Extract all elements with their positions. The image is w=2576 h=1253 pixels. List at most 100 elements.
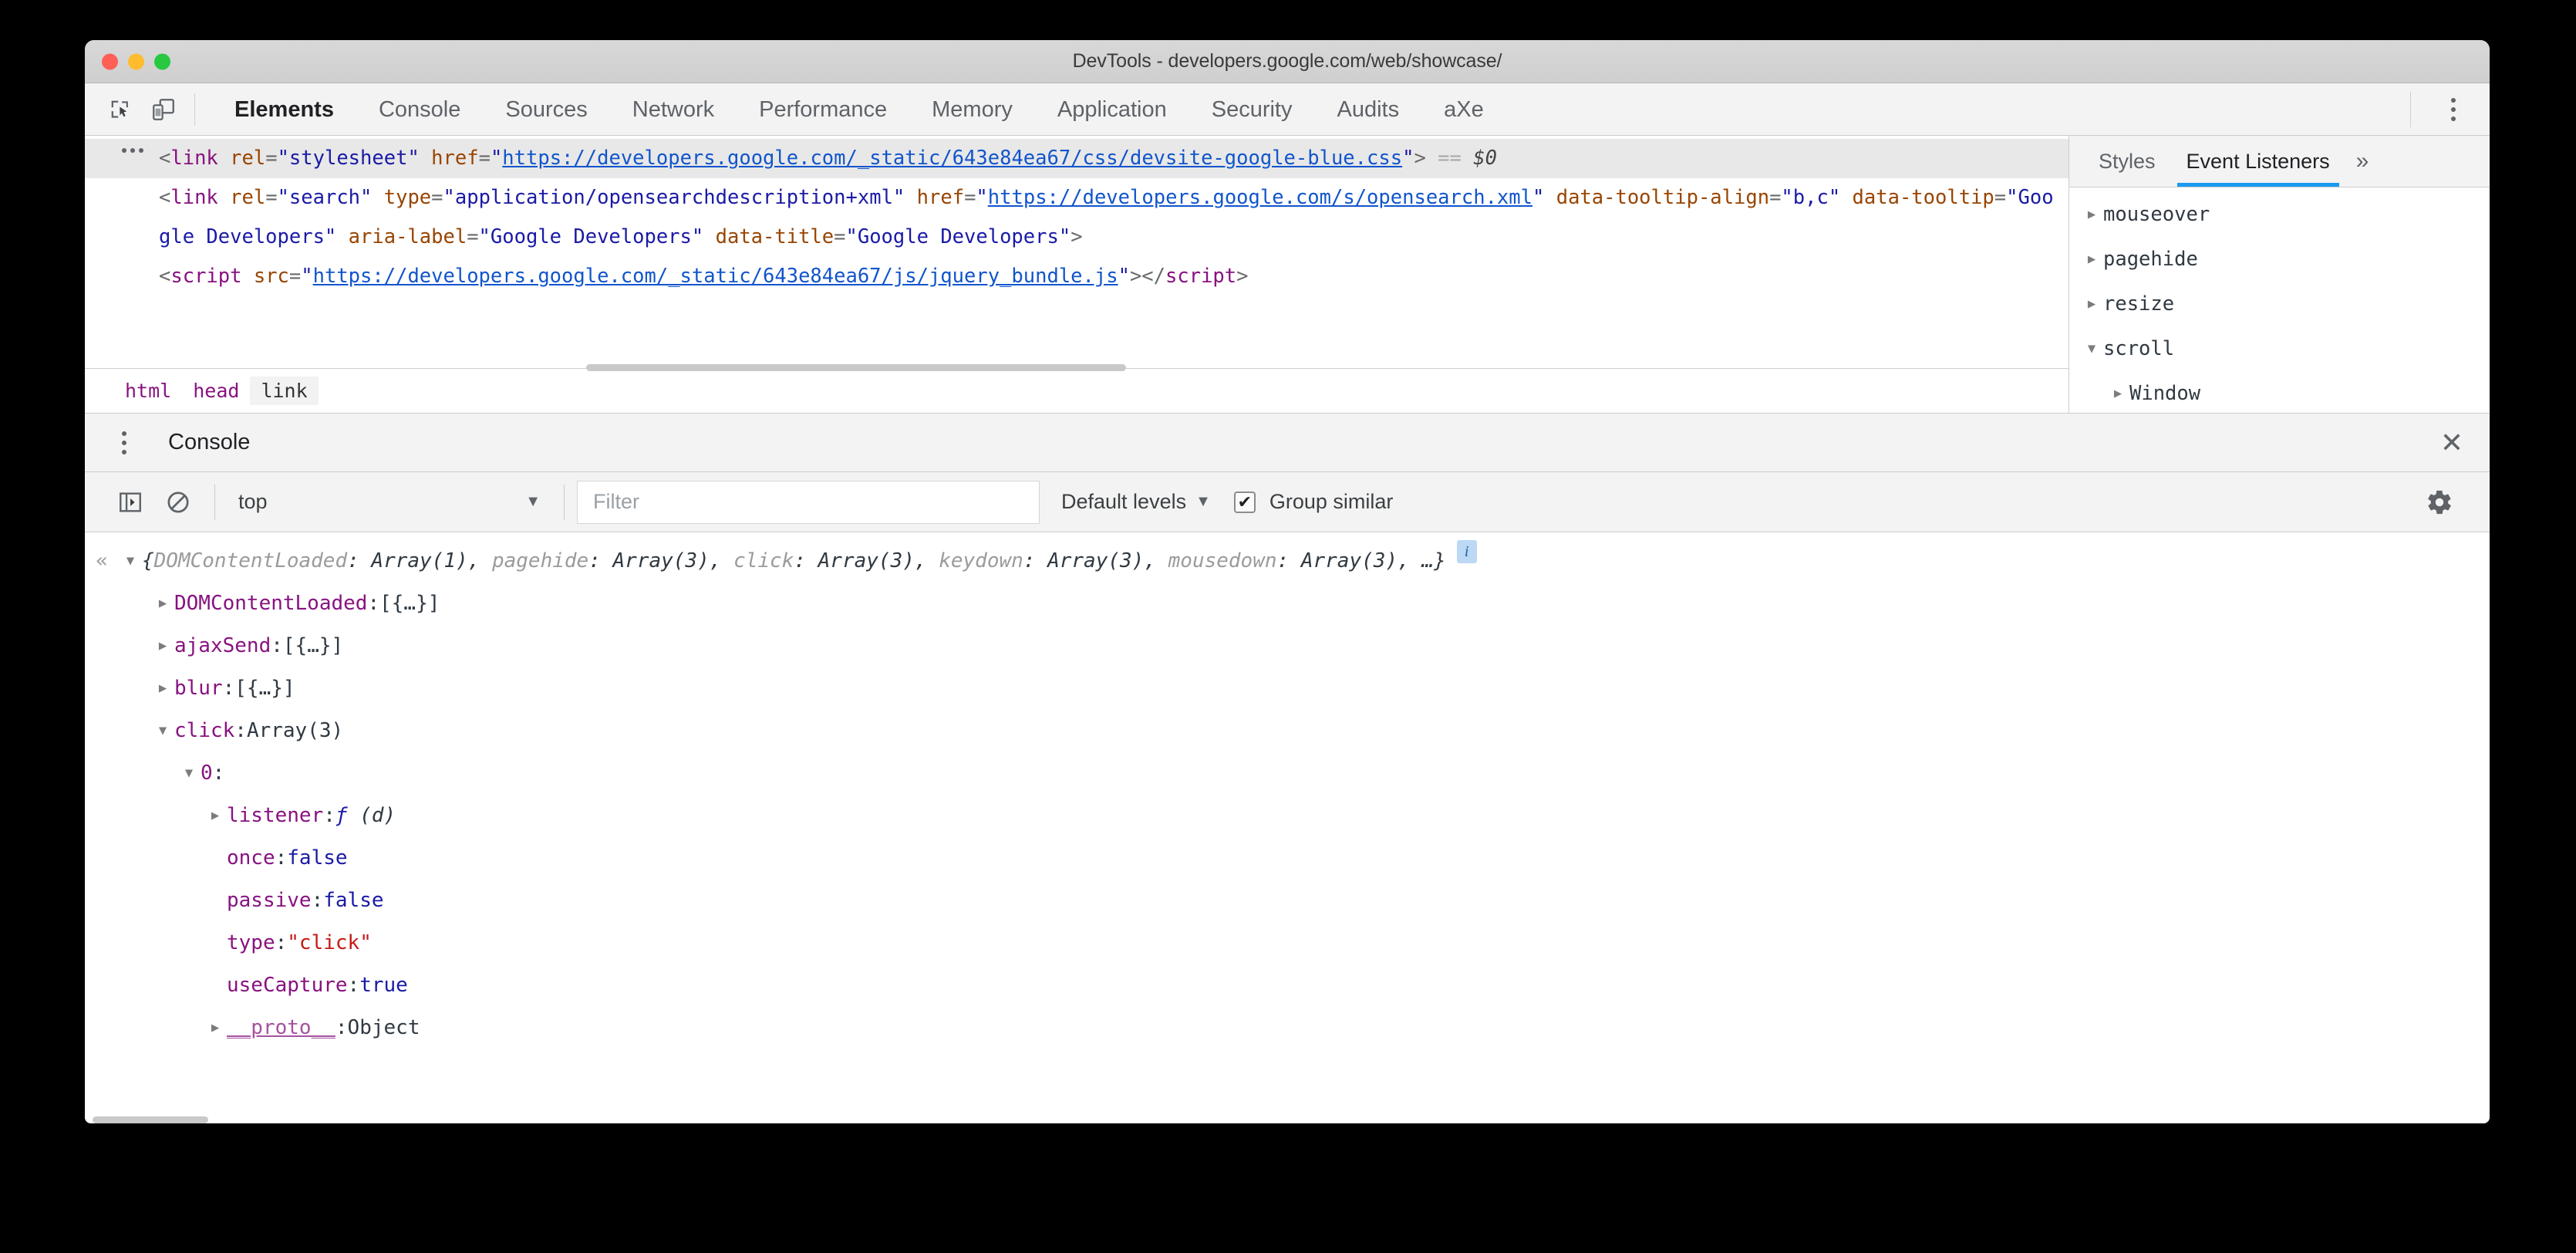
execution-context-select[interactable]: top ▼ <box>228 490 551 514</box>
tab-console[interactable]: Console <box>356 84 483 135</box>
console-output[interactable]: «▼ {DOMContentLoaded: Array(1), pagehide:… <box>85 532 2490 1123</box>
dom-token-plain <box>372 186 383 209</box>
chevron-right-icon[interactable]: ▶ <box>151 583 174 625</box>
dom-token-tag: link <box>170 147 218 170</box>
console-property-row[interactable]: ▼ click: Array(3) <box>85 710 2490 752</box>
dom-token-ref: $0 <box>1473 147 1497 170</box>
dom-token-val: "Google Developers" <box>845 225 1071 248</box>
dom-token-attr: data-title <box>715 225 835 248</box>
breadcrumb-item-head[interactable]: head <box>182 377 250 405</box>
dom-token-attr: data-tooltip-align <box>1556 186 1770 209</box>
gear-icon[interactable] <box>2416 478 2463 526</box>
chevron-right-icon[interactable]: ▶ <box>2080 192 2103 237</box>
chevron-right-icon[interactable]: ▶ <box>204 1007 227 1049</box>
group-similar-toggle[interactable]: ✔ Group similar <box>1233 490 1393 514</box>
tab-security[interactable]: Security <box>1189 84 1315 135</box>
dom-tree-row[interactable]: <script src="https://developers.google.c… <box>85 257 2069 296</box>
console-property-row[interactable]: useCapture: true <box>85 964 2490 1007</box>
chevron-right-icon[interactable]: ▶ <box>2080 237 2103 282</box>
dom-tree-row[interactable]: <link rel="stylesheet" href="https://dev… <box>85 139 2069 178</box>
close-window-button[interactable] <box>102 53 118 69</box>
sidebar-tab-event-listeners[interactable]: Event Listeners <box>2171 136 2345 187</box>
tab-audits[interactable]: Audits <box>1315 84 1422 135</box>
property-separator: : <box>367 592 380 615</box>
chevron-right-icon[interactable]: ▶ <box>2080 282 2103 326</box>
chevron-right-icon[interactable]: ▶ <box>151 625 174 667</box>
console-message-row[interactable]: « ▼ {DOMContentLoaded: Array(1), pagehide:… <box>85 540 2490 583</box>
dom-token-link[interactable]: https://developers.google.com/_static/64… <box>313 265 1118 288</box>
chevron-down-icon[interactable]: ▼ <box>177 752 201 795</box>
elements-sidebar: Styles Event Listeners » ▶ mouseover ▶ pagehi… <box>93 136 2490 1123</box>
console-property-row[interactable]: passive: false <box>85 880 2490 922</box>
device-toolbar-icon[interactable] <box>142 88 185 131</box>
tab-application[interactable]: Application <box>1035 84 1189 135</box>
property-value: [{…}] <box>282 634 344 657</box>
dom-token-val: " <box>1532 186 1545 209</box>
property-value: "click" <box>287 931 372 954</box>
console-property-row[interactable]: ▶ DOMContentLoaded: [{…}] <box>85 583 2490 625</box>
maximize-window-button[interactable] <box>154 53 170 69</box>
tab-performance[interactable]: Performance <box>737 84 909 135</box>
expand-siblings-ellipsis-icon[interactable] <box>122 148 143 153</box>
chevron-right-icon[interactable]: ▶ <box>151 667 174 710</box>
event-listener-item-resize[interactable]: ▶ resize <box>2069 282 2490 326</box>
group-similar-checkbox[interactable]: ✔ <box>1233 491 1256 513</box>
tab-sources[interactable]: Sources <box>483 84 609 135</box>
tab-memory[interactable]: Memory <box>909 84 1035 135</box>
dom-tree-hscrollbar[interactable] <box>586 364 1126 371</box>
clear-console-icon[interactable] <box>154 478 202 526</box>
chevron-down-icon: ▼ <box>1195 493 1211 510</box>
event-listener-item-pagehide[interactable]: ▶ pagehide <box>2069 237 2490 282</box>
breadcrumb-item-html[interactable]: html <box>114 377 182 405</box>
console-sidebar-icon[interactable] <box>106 478 154 526</box>
console-property-row[interactable]: ▶ ajaxSend: [{…}] <box>85 625 2490 667</box>
property-name: listener <box>227 804 324 827</box>
dom-token-link[interactable]: https://developers.google.com/s/opensear… <box>988 186 1532 209</box>
chevron-down-icon[interactable]: ▼ <box>151 710 174 752</box>
breadcrumb: html head link <box>85 368 2069 413</box>
event-listener-item-mouseover[interactable]: ▶ mouseover <box>2069 192 2490 237</box>
sidebar-tab-styles[interactable]: Styles <box>2083 136 2171 187</box>
console-property-row[interactable]: once: false <box>85 837 2490 880</box>
minimize-window-button[interactable] <box>128 53 144 69</box>
chevron-down-icon[interactable]: ▼ <box>2080 326 2103 371</box>
sidebar-hscrollbar[interactable] <box>93 1116 208 1123</box>
console-property-row[interactable]: ▶ blur: [{…}] <box>85 667 2490 710</box>
console-property-row[interactable]: ▼ 0: <box>85 752 2490 795</box>
chevron-down-icon[interactable]: ▼ <box>119 540 142 583</box>
chevron-right-icon[interactable]: ▶ <box>2106 371 2129 413</box>
log-levels-select[interactable]: Default levels ▼ <box>1061 490 1211 514</box>
dom-tree-row[interactable]: <link rel="search" type="application/ope… <box>85 178 2069 257</box>
tab-network[interactable]: Network <box>610 84 737 135</box>
info-badge[interactable]: i <box>1456 540 1477 563</box>
inspect-element-icon[interactable] <box>99 88 142 131</box>
dom-token-plain <box>703 225 715 248</box>
main-menu-kebab-icon[interactable] <box>2434 88 2473 131</box>
dom-tree[interactable]: <link rel="stylesheet" href="https://dev… <box>85 136 2069 368</box>
console-property-row[interactable]: type: "click" <box>85 922 2490 964</box>
tab-elements[interactable]: Elements <box>212 84 356 135</box>
console-property-row[interactable]: ▶ listener: ƒ (d) <box>85 795 2490 837</box>
property-name: __proto__ <box>227 1016 335 1039</box>
console-eval-result-icon: « <box>96 549 108 572</box>
console-property-row[interactable]: ▶ __proto__: Object <box>85 1007 2490 1049</box>
dom-token-val: " <box>1402 147 1414 170</box>
close-icon[interactable]: ✕ <box>2440 428 2463 457</box>
event-listener-item-scroll[interactable]: ▼ scroll <box>2069 326 2490 371</box>
property-separator: : <box>222 677 235 700</box>
chevron-right-icon[interactable]: ▶ <box>204 795 227 837</box>
dom-token-link[interactable]: https://developers.google.com/_static/64… <box>502 147 1402 170</box>
breadcrumb-item-link[interactable]: link <box>250 377 319 405</box>
tab-axe[interactable]: aXe <box>1421 84 1506 135</box>
drawer-menu-kebab-icon[interactable] <box>105 421 143 464</box>
chevron-double-right-icon[interactable]: » <box>2356 148 2369 174</box>
console-toolbar-divider-2 <box>564 484 565 520</box>
dom-token-punct: = <box>288 265 302 288</box>
dom-token-punct: > <box>1071 225 1083 248</box>
property-value: false <box>323 889 384 912</box>
drawer-tab-console[interactable]: Console <box>156 430 262 455</box>
filter-input[interactable]: Filter <box>577 480 1040 524</box>
event-listeners-tree[interactable]: ▶ mouseover ▶ pagehide ▶ resize ▼ scroll ▶ Window <box>2069 187 2490 413</box>
event-listener-item-window[interactable]: ▶ Window <box>2069 371 2490 413</box>
property-separator: : <box>335 1016 348 1039</box>
